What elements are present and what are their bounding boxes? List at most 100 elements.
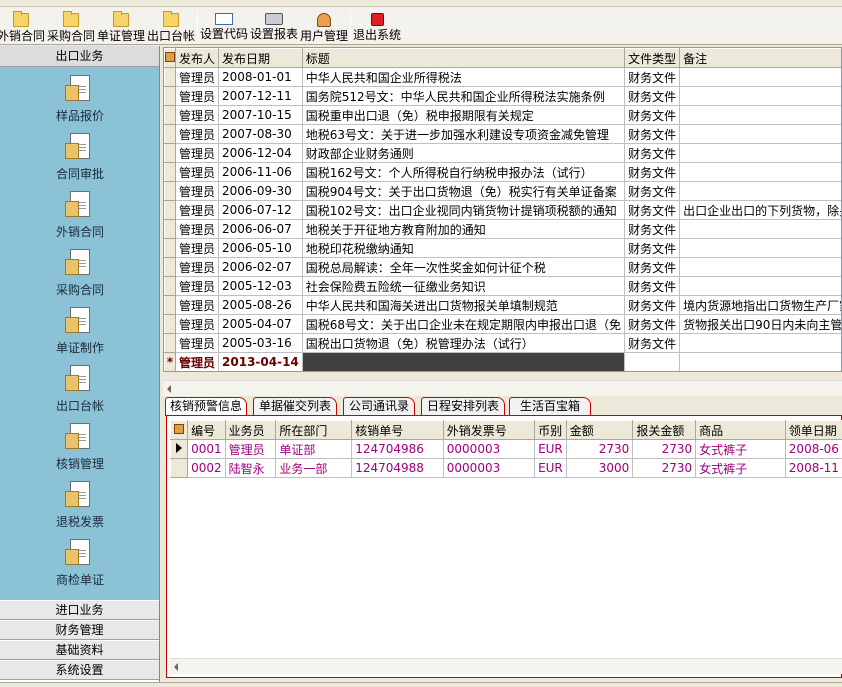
- user-icon: [317, 13, 331, 27]
- purchase-contract-button[interactable]: 采购合同: [46, 7, 96, 45]
- table-row[interactable]: 管理员 2006-02-07 国税总局解读：全年一次性奖金如何计征个税 财务文件: [164, 257, 841, 277]
- exit-icon: [370, 13, 384, 26]
- table-row[interactable]: 0001 管理员 单证部 124704986 0000003 EUR 2730 …: [170, 439, 842, 459]
- column-header[interactable]: 领单日期: [784, 420, 842, 440]
- table-row[interactable]: 管理员 2006-06-07 地税关于开征地方教育附加的通知 财务文件: [164, 219, 841, 239]
- sidebar-panel: 样品报价 合同审批 外销合同 采购合同 单证制作 出口台帐 核销管理 退税发票 …: [0, 67, 159, 600]
- toolbar-separator: [350, 11, 351, 41]
- table-row[interactable]: 管理员 2006-05-10 地税印花税缴纳通知 财务文件: [164, 238, 841, 258]
- column-header[interactable]: 业务员: [224, 420, 277, 440]
- horizontal-scrollbar[interactable]: [170, 658, 842, 674]
- document-folder-icon: [65, 537, 95, 569]
- current-row-pointer-icon: [170, 439, 189, 459]
- table-row[interactable]: 管理员 2005-12-03 社会保险费五险统一征缴业务知识 财务文件: [164, 276, 841, 296]
- set-codes-button[interactable]: 设置代码: [199, 7, 249, 45]
- tab-schedule[interactable]: 日程安排列表: [421, 397, 505, 415]
- sidebar-group-system-settings[interactable]: 系统设置: [0, 660, 159, 680]
- document-folder-icon: [65, 73, 95, 105]
- export-ledger-button[interactable]: 出口台帐: [146, 7, 196, 45]
- document-folder-icon: [65, 247, 95, 279]
- document-folder-icon: [65, 363, 95, 395]
- tab-life-toolbox[interactable]: 生活百宝箱: [509, 397, 591, 415]
- scroll-left-icon[interactable]: [174, 663, 178, 671]
- sidebar-group-basic-data[interactable]: 基础资料: [0, 640, 159, 660]
- grid-options-icon[interactable]: [164, 48, 176, 68]
- document-management-button[interactable]: 单证管理: [96, 7, 146, 45]
- set-reports-button[interactable]: 设置报表: [249, 7, 299, 45]
- status-bar: [0, 682, 842, 687]
- column-header[interactable]: 发布日期: [218, 48, 303, 68]
- table-row[interactable]: 管理员 2007-10-15 国税重申出口退（免）税申报期限有关规定 财务文件: [164, 105, 841, 125]
- column-header[interactable]: 文件类型: [624, 48, 681, 68]
- document-folder-icon: [65, 421, 95, 453]
- sidebar-item-sample-quote[interactable]: 样品报价: [0, 73, 160, 131]
- sidebar-item-contract-approval[interactable]: 合同审批: [0, 131, 160, 189]
- sidebar-item-inspection-docs[interactable]: 商检单证: [0, 537, 160, 595]
- new-row-publisher[interactable]: 管理员: [174, 352, 220, 371]
- toolbar: 外销合同 采购合同 单证管理 出口台帐 设置代码 设置报表 用户管理 退出系统: [0, 7, 842, 45]
- column-header[interactable]: 所在部门: [275, 420, 353, 440]
- alerts-grid: 编号 业务员 所在部门 核销单号 外销发票号 币别 金额 报关金额 商品 领单日…: [170, 420, 842, 658]
- column-header[interactable]: 币别: [534, 420, 567, 440]
- tab-document-reminders[interactable]: 单据催交列表: [253, 397, 337, 415]
- new-row-marker: *: [164, 352, 176, 371]
- column-header[interactable]: 报关金额: [632, 420, 697, 440]
- grid-header-row: 编号 业务员 所在部门 核销单号 外销发票号 币别 金额 报关金额 商品 领单日…: [170, 420, 842, 440]
- tab-company-contacts[interactable]: 公司通讯录: [343, 397, 415, 415]
- column-header[interactable]: 标题: [301, 48, 626, 68]
- sidebar-item-tax-refund-invoice[interactable]: 退税发票: [0, 479, 160, 537]
- document-grid: 发布人 发布日期 标题 文件类型 备注 管理员 2008-01-01 中华人民共和国…: [163, 47, 842, 372]
- column-header[interactable]: 发布人: [174, 48, 220, 68]
- tab-strip: 核销预警信息 单据催交列表 公司通讯录 日程安排列表 生活百宝箱: [163, 397, 842, 416]
- column-header[interactable]: 金额: [565, 420, 634, 440]
- scroll-left-icon[interactable]: [167, 385, 171, 393]
- table-row[interactable]: 管理员 2005-04-07 国税68号文：关于出口企业未在规定期限内申报出口退（免…: [164, 314, 841, 334]
- sidebar-item-export-ledger[interactable]: 出口台帐: [0, 363, 160, 421]
- folder-icon: [13, 11, 29, 27]
- sidebar: 出口业务 样品报价 合同审批 外销合同 采购合同 单证制作 出口台帐 核销管理 …: [0, 46, 160, 682]
- column-header[interactable]: 备注: [679, 48, 841, 68]
- table-row[interactable]: 管理员 2005-08-26 中华人民共和国海关进出口货物报关单填制规范 财务文件 境内…: [164, 295, 841, 315]
- table-row[interactable]: 管理员 2006-11-06 国税162号文：个人所得税自行纳税申报办法（试行） 财务…: [164, 162, 841, 182]
- sidebar-group-export[interactable]: 出口业务: [0, 46, 159, 67]
- table-row[interactable]: 0002 陆智永 业务一部 124704988 0000003 EUR 3000…: [170, 458, 842, 478]
- new-row-title-input[interactable]: [301, 352, 626, 371]
- folder-icon: [163, 11, 179, 27]
- table-row[interactable]: 管理员 2006-12-04 财政部企业财务通则 财务文件: [164, 143, 841, 163]
- column-header[interactable]: 外销发票号: [442, 420, 536, 440]
- export-contract-button[interactable]: 外销合同: [0, 7, 46, 45]
- document-folder-icon: [65, 131, 95, 163]
- code-dropdown-icon: [215, 13, 233, 25]
- toolbar-separator: [197, 11, 198, 41]
- sidebar-item-document-making[interactable]: 单证制作: [0, 305, 160, 363]
- exit-system-button[interactable]: 退出系统: [352, 7, 402, 45]
- document-folder-icon: [65, 189, 95, 221]
- sidebar-group-import[interactable]: 进口业务: [0, 600, 159, 620]
- table-row[interactable]: 管理员 2007-12-11 国务院512号文：中华人民共和国企业所得税法实施条例财…: [164, 86, 841, 106]
- folder-icon: [113, 11, 129, 27]
- sidebar-group-finance[interactable]: 财务管理: [0, 620, 159, 640]
- table-row[interactable]: 管理员 2006-09-30 国税904号文：关于出口货物退（免）税实行有关单证备案…: [164, 181, 841, 201]
- column-header[interactable]: 商品: [695, 420, 786, 440]
- printer-icon: [265, 13, 283, 25]
- menu-bar: [0, 0, 842, 7]
- sidebar-item-export-contract[interactable]: 外销合同: [0, 189, 160, 247]
- grid-options-icon[interactable]: [170, 420, 189, 440]
- table-row[interactable]: 管理员 2007-08-30 地税63号文：关于进一步加强水利建设专项资金减免管理财…: [164, 124, 841, 144]
- sidebar-item-purchase-contract[interactable]: 采购合同: [0, 247, 160, 305]
- folder-icon: [63, 11, 79, 27]
- table-row[interactable]: 管理员 2006-07-12 国税102号文：出口企业视同内销货物计提销项税额的通知…: [164, 200, 841, 220]
- alerts-panel: 编号 业务员 所在部门 核销单号 外销发票号 币别 金额 报关金额 商品 领单日…: [166, 415, 842, 678]
- grid-header-row: 发布人 发布日期 标题 文件类型 备注: [164, 48, 841, 68]
- table-row[interactable]: 管理员 2008-01-01 中华人民共和国企业所得税法 财务文件: [164, 67, 841, 87]
- new-record-row[interactable]: * 管理员 2013-04-14: [164, 352, 841, 371]
- user-management-button[interactable]: 用户管理: [299, 7, 349, 45]
- sidebar-item-verification[interactable]: 核销管理: [0, 421, 160, 479]
- tab-verification-alerts[interactable]: 核销预警信息: [165, 397, 247, 416]
- column-header[interactable]: 编号: [187, 420, 226, 440]
- column-header[interactable]: 核销单号: [351, 420, 444, 440]
- new-row-date[interactable]: 2013-04-14: [218, 352, 303, 371]
- horizontal-scrollbar[interactable]: [163, 380, 842, 396]
- table-row[interactable]: 管理员 2005-03-16 国税出口货物退（免）税管理办法（试行） 财务文件: [164, 333, 841, 353]
- document-folder-icon: [65, 479, 95, 511]
